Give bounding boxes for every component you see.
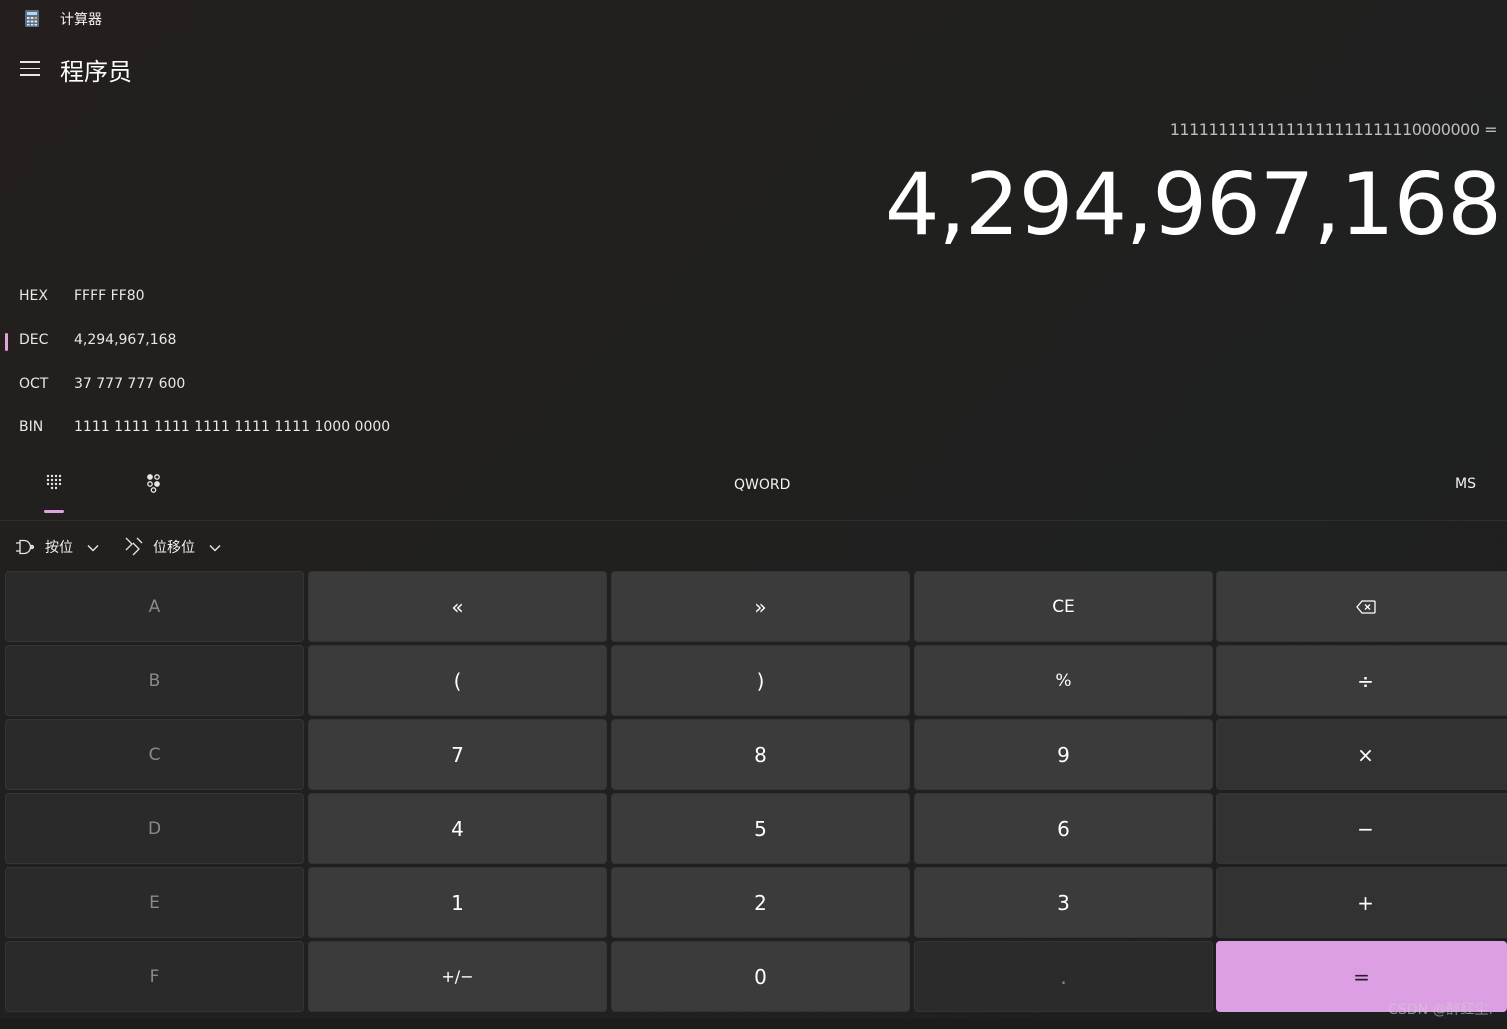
radix-bin[interactable]: BIN 1111 1111 1111 1111 1111 1111 1000 0… xyxy=(0,414,600,444)
key-label: +/− xyxy=(441,967,474,986)
radix-value: 4,294,967,168 xyxy=(74,332,177,348)
key-shift-left[interactable]: « xyxy=(308,571,607,642)
key-label: CE xyxy=(1052,596,1075,617)
key-label: − xyxy=(1357,816,1374,841)
key-a[interactable]: A xyxy=(5,571,304,642)
key-label: % xyxy=(1055,670,1072,691)
active-tab-indicator xyxy=(44,510,64,513)
key-ce[interactable]: CE xyxy=(914,571,1213,642)
radix-value: 37 777 777 600 xyxy=(74,376,186,392)
key-label: 2 xyxy=(754,890,767,915)
key-d[interactable]: D xyxy=(5,793,304,864)
backspace-icon xyxy=(1355,599,1376,614)
key-3[interactable]: 3 xyxy=(914,867,1213,938)
key-label: 5 xyxy=(754,816,767,841)
calculator-icon xyxy=(25,10,39,27)
radix-label: DEC xyxy=(19,332,49,348)
key-label: + xyxy=(1357,890,1374,915)
key-label: E xyxy=(149,892,160,913)
key-backspace[interactable] xyxy=(1216,571,1507,642)
key-negate[interactable]: +/− xyxy=(308,941,607,1012)
key-label: 1 xyxy=(451,890,464,915)
bottom-strip xyxy=(0,1019,1507,1029)
key-label: 8 xyxy=(754,742,767,767)
key-multiply[interactable]: × xyxy=(1216,719,1507,790)
radix-label: BIN xyxy=(19,419,44,435)
key-label: 6 xyxy=(1057,816,1070,841)
radix-label: HEX xyxy=(19,288,48,304)
key-add[interactable]: + xyxy=(1216,867,1507,938)
logic-gate-icon xyxy=(16,539,35,555)
key-2[interactable]: 2 xyxy=(611,867,910,938)
full-keypad-icon[interactable] xyxy=(44,473,64,493)
window-title: 计算器 xyxy=(60,12,102,28)
key-divide[interactable]: ÷ xyxy=(1216,645,1507,716)
key-label: « xyxy=(451,594,464,619)
result-display: 4,294,967,168 xyxy=(884,155,1502,255)
key-label: 7 xyxy=(451,742,464,767)
key-label: A xyxy=(148,596,161,617)
chevron-down-icon xyxy=(87,545,99,552)
bitshift-dropdown[interactable]: 位移位 xyxy=(124,536,229,558)
radix-hex[interactable]: HEX FFFF FF80 xyxy=(0,283,600,313)
key-open-paren[interactable]: ( xyxy=(308,645,607,716)
key-0[interactable]: 0 xyxy=(611,941,910,1012)
key-label: D xyxy=(147,818,162,839)
radix-value: 1111 1111 1111 1111 1111 1111 1000 0000 xyxy=(74,419,391,435)
key-subtract[interactable]: − xyxy=(1216,793,1507,864)
bitwise-label: 按位 xyxy=(45,540,73,556)
key-c[interactable]: C xyxy=(5,719,304,790)
bit-toggling-keypad-icon[interactable] xyxy=(144,473,164,493)
bitwise-dropdown[interactable]: 按位 xyxy=(14,536,104,558)
key-decimal[interactable]: . xyxy=(914,941,1213,1012)
word-size-button[interactable]: QWORD xyxy=(734,477,790,493)
key-percent[interactable]: % xyxy=(914,645,1213,716)
key-1[interactable]: 1 xyxy=(308,867,607,938)
key-label: × xyxy=(1357,742,1374,767)
key-b[interactable]: B xyxy=(5,645,304,716)
expression-display: 11111111111111111111111110000000 = xyxy=(1169,120,1498,139)
key-label: 9 xyxy=(1057,742,1070,767)
key-e[interactable]: E xyxy=(5,867,304,938)
key-close-paren[interactable]: ) xyxy=(611,645,910,716)
key-label: 4 xyxy=(451,816,464,841)
hamburger-icon[interactable] xyxy=(20,61,40,77)
key-label: 3 xyxy=(1057,890,1070,915)
title-bar: 计算器 xyxy=(0,0,1507,36)
radix-label: OCT xyxy=(19,376,49,392)
watermark: CSDN @醉红尘. xyxy=(1388,1002,1493,1018)
bitshift-label: 位移位 xyxy=(153,540,195,556)
key-6[interactable]: 6 xyxy=(914,793,1213,864)
chevron-down-icon xyxy=(209,545,221,552)
radix-value: FFFF FF80 xyxy=(74,288,145,304)
key-f[interactable]: F xyxy=(5,941,304,1012)
key-9[interactable]: 9 xyxy=(914,719,1213,790)
divider xyxy=(0,520,1507,521)
key-4[interactable]: 4 xyxy=(308,793,607,864)
key-5[interactable]: 5 xyxy=(611,793,910,864)
key-label: = xyxy=(1353,964,1370,989)
key-7[interactable]: 7 xyxy=(308,719,607,790)
key-label: ) xyxy=(756,668,765,693)
key-label: . xyxy=(1060,964,1067,989)
mode-title: 程序员 xyxy=(60,58,132,86)
radix-oct[interactable]: OCT 37 777 777 600 xyxy=(0,371,600,401)
key-shift-right[interactable]: » xyxy=(611,571,910,642)
key-8[interactable]: 8 xyxy=(611,719,910,790)
key-label: » xyxy=(754,594,767,619)
radix-dec[interactable]: DEC 4,294,967,168 xyxy=(0,327,600,357)
key-label: ( xyxy=(453,668,462,693)
selected-indicator xyxy=(5,333,8,351)
bit-shift-icon xyxy=(125,537,143,556)
key-label: C xyxy=(148,744,161,765)
key-label: B xyxy=(148,670,161,691)
key-label: ÷ xyxy=(1357,668,1374,693)
key-label: F xyxy=(149,966,160,987)
memory-store-button[interactable]: MS xyxy=(1455,476,1476,492)
key-label: 0 xyxy=(754,964,767,989)
